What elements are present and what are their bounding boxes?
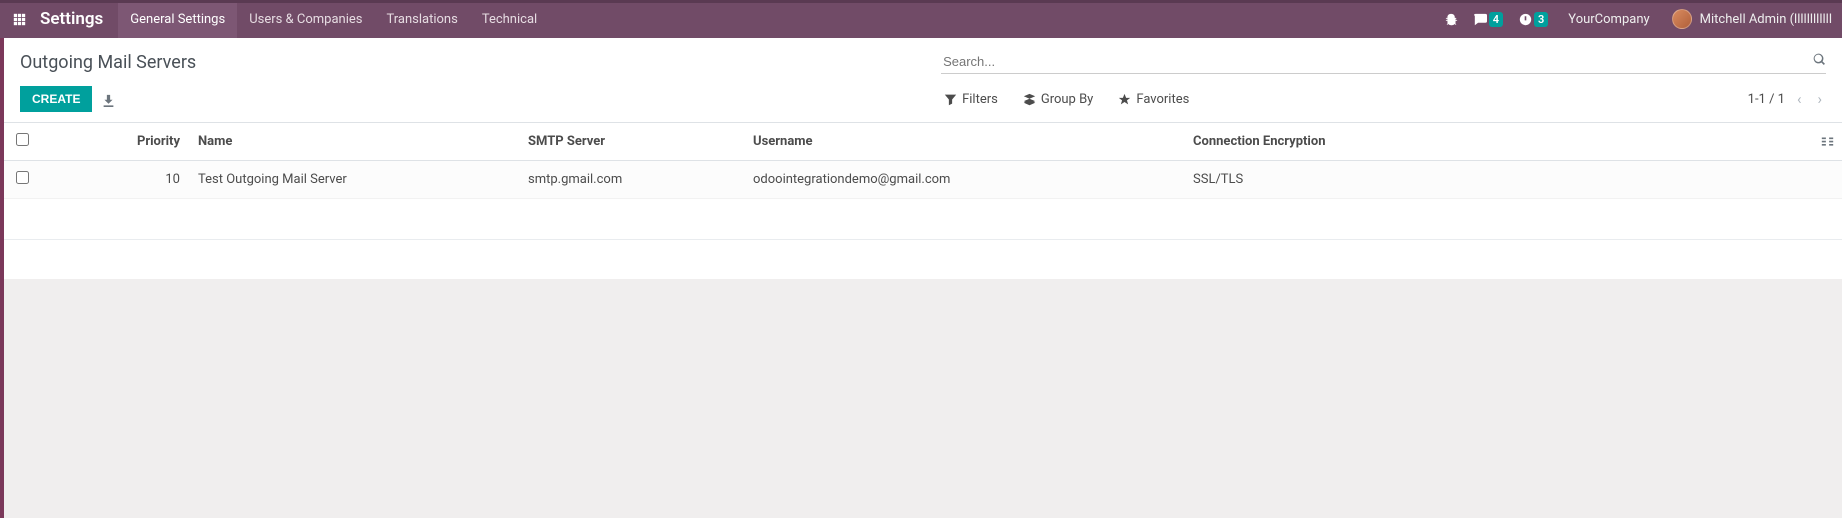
header-smtp[interactable]: SMTP Server [520,123,745,161]
search-wrap [941,50,1826,74]
menu-users-companies[interactable]: Users & Companies [237,0,374,38]
header-encryption[interactable]: Connection Encryption [1185,123,1813,161]
header-priority[interactable]: Priority [40,123,190,161]
apps-icon[interactable] [0,0,38,38]
menu-translations[interactable]: Translations [374,0,469,38]
company-switcher[interactable]: YourCompany [1556,12,1661,27]
control-panel: Outgoing Mail Servers CREATE Filters [4,38,1842,123]
cell-smtp: smtp.gmail.com [520,161,745,199]
pager-text[interactable]: 1-1 / 1 [1748,92,1785,107]
favorites-button[interactable]: Favorites [1115,89,1199,110]
pager-prev[interactable]: ‹ [1793,88,1806,110]
header-username[interactable]: Username [745,123,1185,161]
menu-technical[interactable]: Technical [470,0,549,38]
cell-priority: 10 [40,161,190,199]
messages-badge: 4 [1489,12,1503,27]
user-menu[interactable]: Mitchell Admin (llllllllllll [1662,9,1838,29]
page-title: Outgoing Mail Servers [20,52,196,73]
cell-username: odoointegrationdemo@gmail.com [745,161,1185,199]
search-input[interactable] [941,50,1826,73]
top-menu: General Settings Users & Companies Trans… [118,0,549,38]
app-title[interactable]: Settings [38,9,116,29]
messages-icon[interactable]: 4 [1466,0,1511,38]
table-container: Priority Name SMTP Server Username Conne… [4,123,1842,279]
layers-icon [1023,92,1036,107]
star-icon [1118,92,1131,107]
activities-icon[interactable]: 3 [1511,0,1556,38]
activities-badge: 3 [1534,12,1548,27]
download-button[interactable] [92,85,125,112]
menu-general-settings[interactable]: General Settings [118,0,237,38]
select-all-checkbox[interactable] [16,133,29,146]
topbar: Settings General Settings Users & Compan… [0,0,1842,38]
debug-icon[interactable] [1437,0,1466,38]
user-name: Mitchell Admin (llllllllllll [1700,12,1832,27]
filters-button[interactable]: Filters [941,89,1008,110]
create-button[interactable]: CREATE [20,86,92,112]
pager-next[interactable]: › [1813,88,1826,110]
groupby-button[interactable]: Group By [1020,89,1104,110]
header-name[interactable]: Name [190,123,520,161]
filters-label: Filters [962,92,998,107]
header-options[interactable] [1813,123,1842,161]
data-table: Priority Name SMTP Server Username Conne… [4,123,1842,199]
row-checkbox[interactable] [16,171,29,184]
table-row[interactable]: 10 Test Outgoing Mail Server smtp.gmail.… [4,161,1842,199]
favorites-label: Favorites [1136,92,1189,107]
pager: 1-1 / 1 ‹ › [1748,88,1826,110]
cell-encryption: SSL/TLS [1185,161,1813,199]
avatar [1672,9,1692,29]
cell-name: Test Outgoing Mail Server [190,161,520,199]
groupby-label: Group By [1041,92,1094,107]
search-icon[interactable] [1813,52,1826,67]
filter-icon [944,92,957,107]
